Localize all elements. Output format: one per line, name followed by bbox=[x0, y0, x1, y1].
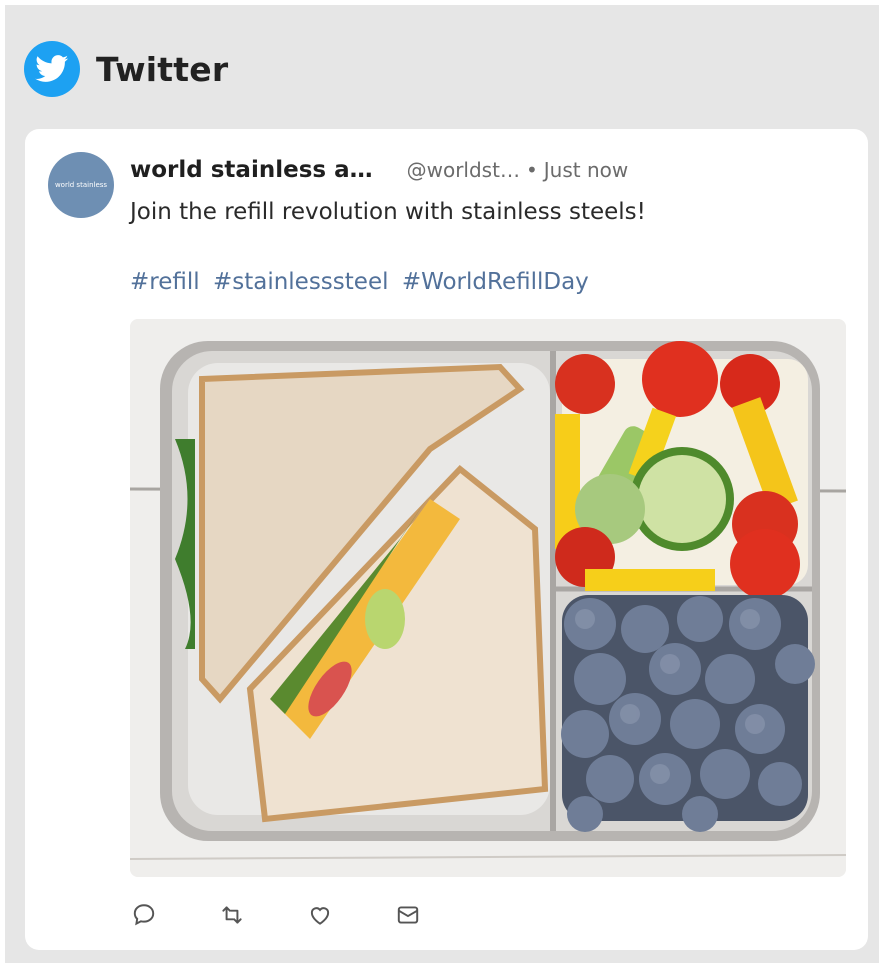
hashtag-link[interactable]: #WorldRefillDay bbox=[402, 269, 589, 295]
tweet-text: Join the refill revolution with stainles… bbox=[130, 199, 646, 225]
heart-icon[interactable] bbox=[306, 901, 334, 929]
tweet-header: world stainless a… @worldst… • Just now bbox=[130, 157, 628, 183]
twitter-widget: Twitter world stainless world stainless … bbox=[5, 5, 879, 963]
tweet-actions bbox=[130, 901, 422, 929]
mail-icon[interactable] bbox=[394, 901, 422, 929]
tweet-timestamp[interactable]: Just now bbox=[544, 158, 628, 182]
comment-icon[interactable] bbox=[130, 901, 158, 929]
retweet-icon[interactable] bbox=[218, 901, 246, 929]
avatar-logo-text: world stainless bbox=[54, 181, 108, 189]
twitter-bird-icon[interactable] bbox=[24, 41, 80, 97]
hashtag-link[interactable]: #refill bbox=[130, 269, 200, 295]
hashtag-list: #refill #stainlesssteel #WorldRefillDay bbox=[130, 269, 595, 295]
separator-dot: • bbox=[525, 158, 538, 182]
author-handle[interactable]: @worldst… bbox=[407, 158, 520, 182]
hashtag-link[interactable]: #stainlesssteel bbox=[213, 269, 389, 295]
widget-header: Twitter bbox=[24, 41, 228, 97]
tweet-image[interactable] bbox=[130, 319, 846, 877]
lunchbox-photo bbox=[130, 319, 846, 877]
tweet-card[interactable]: world stainless world stainless a… @worl… bbox=[25, 129, 868, 950]
avatar[interactable]: world stainless bbox=[48, 152, 114, 218]
widget-title: Twitter bbox=[96, 49, 229, 89]
author-name[interactable]: world stainless a… bbox=[130, 157, 373, 183]
